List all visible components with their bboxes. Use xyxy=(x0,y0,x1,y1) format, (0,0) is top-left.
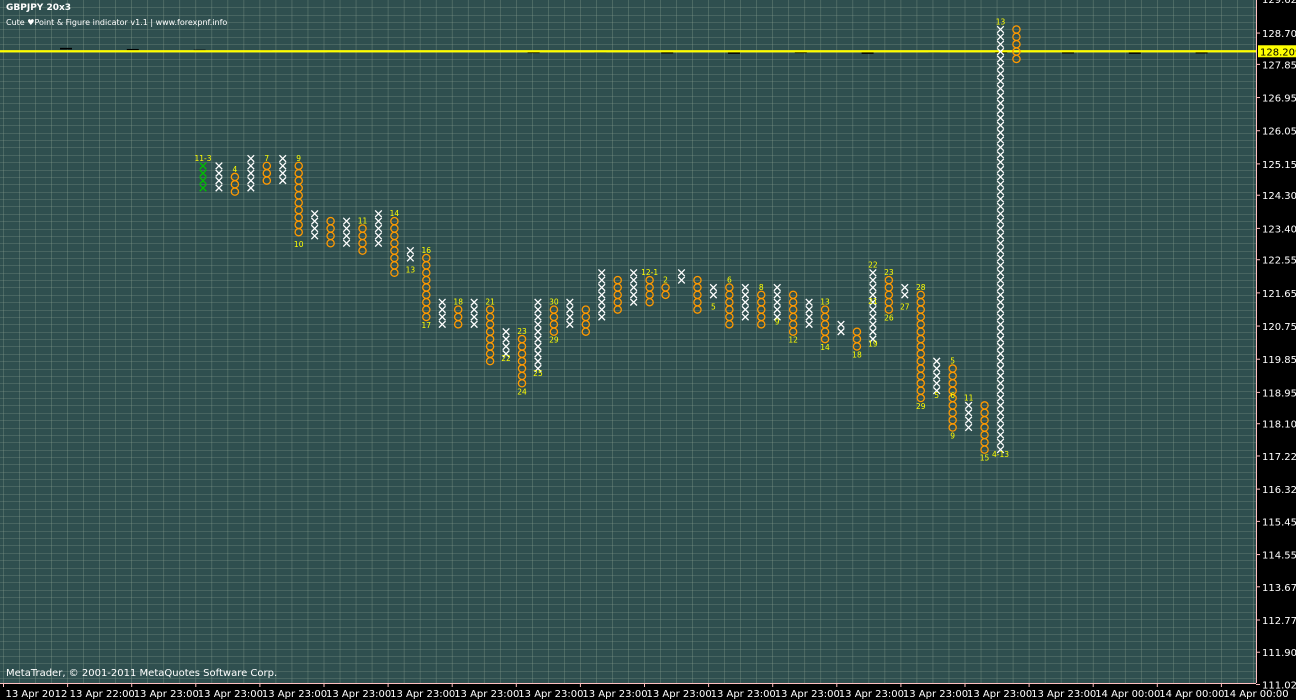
x-tick-label: 14 Apr 00:00 xyxy=(1223,689,1288,700)
x-tick-label: 14 Apr 00:00 xyxy=(1159,689,1224,700)
count-label-top: 23 xyxy=(884,268,894,277)
x-tick-label: 13 Apr 23:00 xyxy=(839,689,904,700)
plot-background xyxy=(0,0,1256,683)
y-tick-label: 121.653 xyxy=(1262,289,1296,300)
x-tick-label: 13 Apr 23:00 xyxy=(967,689,1032,700)
x-tick-label: 13 Apr 23:00 xyxy=(711,689,776,700)
count-label-mid: 21 xyxy=(868,297,878,306)
current-price-label: 128.209 xyxy=(1260,47,1296,58)
subtitle-prefix: Cute xyxy=(6,18,25,27)
y-tick-label: 129.628 xyxy=(1262,0,1296,6)
y-tick-label: 115.453 xyxy=(1262,517,1296,528)
count-label-bottom: 26 xyxy=(884,314,894,323)
x-tick-label: 13 Apr 23:00 xyxy=(1031,689,1096,700)
y-tick-label: 117.228 xyxy=(1262,452,1296,463)
count-label-bottom: 27 xyxy=(900,303,910,312)
count-label-bottom: 12 xyxy=(788,336,798,345)
pnf-chart: 11-347 910111413161718 2122232425302912-12… xyxy=(0,0,1296,700)
x-tick-label: 13 Apr 23:00 xyxy=(647,689,712,700)
count-label-top: 9 xyxy=(296,154,301,163)
count-label-top: 12-1 xyxy=(641,268,658,277)
count-label-top: 23 xyxy=(517,327,527,336)
count-label-top: 21 xyxy=(485,298,495,307)
y-tick-label: 116.328 xyxy=(1262,485,1296,496)
indicator-subtitle: Cute ♥Point & Figure indicator v1.1 | ww… xyxy=(6,18,227,27)
count-label-top: 7 xyxy=(264,154,269,163)
x-tick-label: 13 Apr 23:00 xyxy=(134,689,199,700)
x-tick-label: 13 Apr 22:00 xyxy=(70,689,135,700)
count-label-top: 22 xyxy=(868,261,878,270)
y-tick-label: 124.303 xyxy=(1262,191,1296,202)
count-label-top: 13 xyxy=(820,298,830,307)
count-label-bottom: 4-13 xyxy=(992,450,1009,459)
count-label-bottom: 15 xyxy=(980,454,990,463)
y-tick-label: 118.103 xyxy=(1262,420,1296,431)
x-tick-label: 13 Apr 23:00 xyxy=(262,689,327,700)
count-label-top: 16 xyxy=(422,246,432,255)
count-label-mid: 6 xyxy=(950,391,955,400)
x-tick-label: 13 Apr 23:00 xyxy=(390,689,455,700)
x-tick-label: 13 Apr 2012 xyxy=(6,689,68,700)
count-label-top: 11-3 xyxy=(194,154,211,163)
count-label-top: 30 xyxy=(549,298,559,307)
count-label-bottom: 22 xyxy=(501,354,511,363)
y-tick-label: 123.403 xyxy=(1262,224,1296,235)
count-label-top: 5 xyxy=(950,357,955,366)
chart-title: GBPJPY 20x3 xyxy=(6,3,72,13)
count-label-top: 4 xyxy=(233,165,238,174)
count-label-top: 14 xyxy=(390,209,400,218)
count-label-bottom: 9 xyxy=(950,432,955,441)
y-tick-label: 127.853 xyxy=(1262,60,1296,71)
x-tick-label: 13 Apr 23:00 xyxy=(326,689,391,700)
time-axis: 13 Apr 2012 13 Apr 22:0013 Apr 23:0013 Ap… xyxy=(0,683,1289,700)
y-tick-label: 126.953 xyxy=(1262,94,1296,105)
price-axis: 129.628 128.703 127.853 126.953 126.053 125.1… xyxy=(1256,0,1296,700)
count-label-top: 13 xyxy=(996,17,1006,26)
count-label-bottom: 9 xyxy=(775,317,780,326)
count-label-bottom: 25 xyxy=(533,369,543,378)
count-label-bottom: 5 xyxy=(711,303,716,312)
x-tick-label: 13 Apr 23:00 xyxy=(903,689,968,700)
count-label-top: 11 xyxy=(964,393,974,402)
x-tick-label: 13 Apr 23:00 xyxy=(582,689,647,700)
count-label-bottom: 10 xyxy=(294,240,304,249)
price-axis-background xyxy=(1256,0,1296,700)
count-label-bottom: 29 xyxy=(916,402,926,411)
copyright-notice: MetaTrader, © 2001-2011 MetaQuotes Softw… xyxy=(6,668,278,679)
y-tick-label: 112.778 xyxy=(1262,616,1296,627)
count-label-top: 8 xyxy=(759,283,764,292)
y-tick-label: 114.553 xyxy=(1262,551,1296,562)
y-tick-label: 119.853 xyxy=(1262,355,1296,366)
count-label-top: 11 xyxy=(358,217,368,226)
count-label-bottom: 19 xyxy=(868,339,878,348)
x-tick-label: 13 Apr 23:00 xyxy=(518,689,583,700)
y-tick-label: 126.053 xyxy=(1262,127,1296,138)
count-label-bottom: 14 xyxy=(820,343,830,352)
y-tick-label: 111.903 xyxy=(1262,648,1296,659)
count-label-top: 28 xyxy=(916,283,926,292)
count-label-bottom: 17 xyxy=(422,321,432,330)
subtitle-text: Point & Figure indicator v1.1 | www.fore… xyxy=(34,18,228,27)
x-tick-label: 14 Apr 00:00 xyxy=(1095,689,1160,700)
y-tick-label: 113.678 xyxy=(1262,583,1296,594)
y-tick-label: 128.703 xyxy=(1262,29,1296,40)
count-label-bottom: 24 xyxy=(517,387,527,396)
count-label-top: 6 xyxy=(727,275,732,284)
y-tick-label: 122.553 xyxy=(1262,256,1296,267)
count-label-bottom: 13 xyxy=(406,266,416,275)
x-tick-label: 13 Apr 23:00 xyxy=(454,689,519,700)
y-tick-label: 118.953 xyxy=(1262,388,1296,399)
count-label-top: 2 xyxy=(663,275,668,284)
count-label-top: 18 xyxy=(453,298,463,307)
count-label-bottom: 5 xyxy=(934,391,939,400)
x-tick-label: 13 Apr 23:00 xyxy=(198,689,263,700)
count-label-bottom: 18 xyxy=(852,350,862,359)
count-label-bottom: 29 xyxy=(549,336,559,345)
y-tick-label: 120.753 xyxy=(1262,322,1296,333)
x-tick-label: 13 Apr 23:00 xyxy=(775,689,840,700)
y-tick-label: 125.153 xyxy=(1262,160,1296,171)
